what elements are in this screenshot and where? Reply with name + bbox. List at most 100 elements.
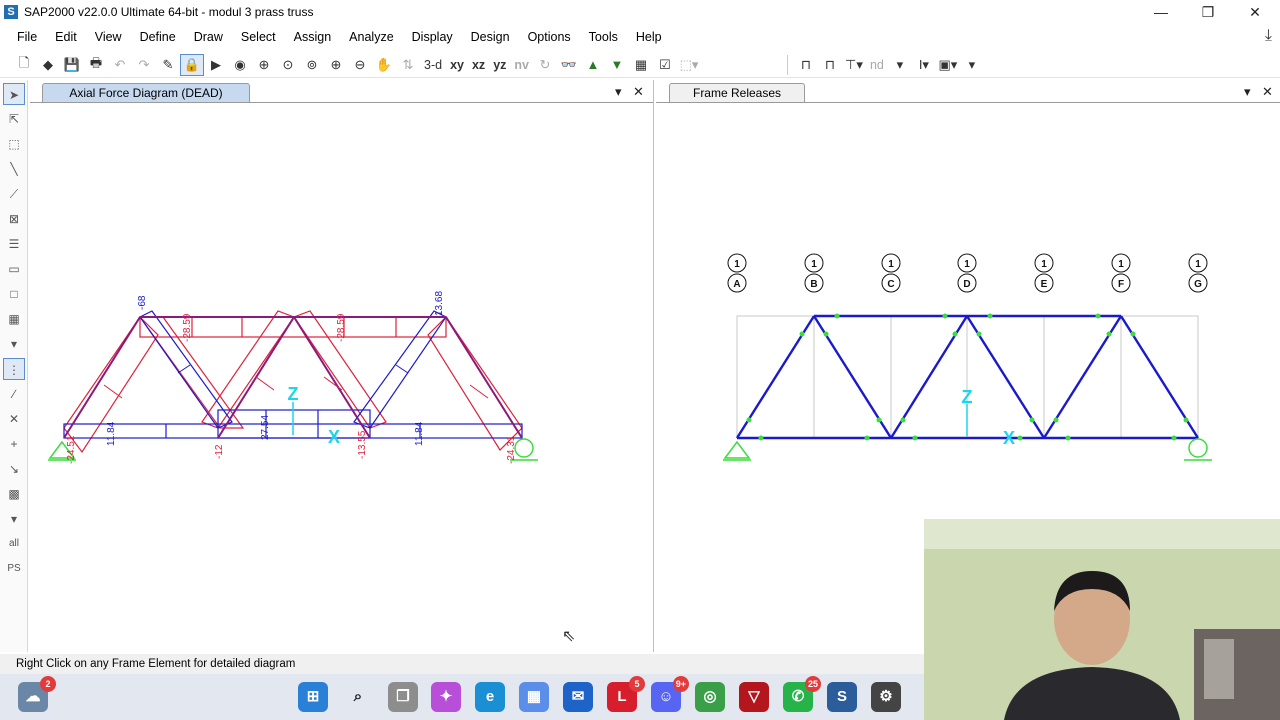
snap-line-icon[interactable]: ↘ [3, 458, 25, 480]
undo-icon[interactable]: ↶ [108, 54, 132, 76]
menu-design[interactable]: Design [462, 30, 519, 44]
view-nv-button[interactable]: nv [510, 58, 533, 72]
pointer-icon[interactable]: ➤ [3, 83, 25, 105]
area-dropdown-icon[interactable]: ▣▾ [936, 54, 960, 76]
menu-options[interactable]: Options [519, 30, 580, 44]
force-label: -13.55 [357, 430, 368, 459]
quick-draw-frame-icon[interactable]: ⟋ [3, 183, 25, 205]
sap2000-taskbar-icon[interactable]: S [827, 682, 857, 712]
restore-previous-zoom-icon[interactable]: ⊚ [300, 54, 324, 76]
select-all-button[interactable]: all [3, 533, 25, 555]
print-icon[interactable]: 🖶 [84, 54, 108, 76]
axial-force-view-pane[interactable]: Axial Force Diagram (DEAD) ▾ ✕ Z X -68 1… [30, 80, 654, 652]
chrome-icon[interactable]: ◎ [695, 682, 725, 712]
element-display-icon[interactable]: ▦ [629, 54, 653, 76]
zoom-in-icon[interactable]: ⊕ [324, 54, 348, 76]
grid-letter-bubble: C [887, 279, 894, 290]
draw-special-icon[interactable]: ⊤▾ [842, 54, 866, 76]
new-model-icon[interactable]: 🗋 [12, 54, 36, 76]
draw-support-icon[interactable]: ⊓ [818, 54, 842, 76]
task-view-icon[interactable]: ❐ [388, 682, 418, 712]
pan-icon[interactable]: ✋ [372, 54, 396, 76]
quick-draw-area-icon[interactable]: ▦ [3, 308, 25, 330]
microsoft-store-icon[interactable]: ▦ [519, 682, 549, 712]
menu-file[interactable]: File [8, 30, 46, 44]
expand-snap-icon[interactable]: ▾ [3, 508, 25, 530]
menu-assign[interactable]: Assign [285, 30, 341, 44]
more-dropdown-icon[interactable]: ▾ [888, 54, 912, 76]
view-xy-button[interactable]: xy [446, 58, 468, 72]
pointer-settings-icon[interactable]: ⇅ [396, 54, 420, 76]
draw-braces-icon[interactable]: ⊠ [3, 208, 25, 230]
menu-select[interactable]: Select [232, 30, 285, 44]
run-analysis-icon[interactable]: ▶ [204, 54, 228, 76]
minimize-button[interactable]: — [1138, 0, 1184, 24]
view-yz-button[interactable]: yz [489, 58, 510, 72]
select-icon[interactable]: ⋮ [3, 358, 25, 380]
outlook-icon[interactable]: ✉ [563, 682, 593, 712]
grid-snap-icon[interactable]: ▩ [3, 483, 25, 505]
close-button[interactable]: ✕ [1232, 0, 1278, 24]
discord-icon[interactable]: ☺ 9+ [651, 676, 689, 712]
save-icon[interactable]: 💾 [60, 54, 84, 76]
maximize-button[interactable]: ❐ [1185, 0, 1231, 24]
blue-diagonal-ticks [177, 364, 409, 374]
menu-tools[interactable]: Tools [580, 30, 627, 44]
menu-draw[interactable]: Draw [185, 30, 232, 44]
rubber-band-zoom-icon[interactable]: ⊕ [252, 54, 276, 76]
move-up-icon[interactable]: ▲ [581, 54, 605, 76]
set-display-options-icon[interactable]: ☑ [653, 54, 677, 76]
mcafee-icon[interactable]: ▽ [739, 682, 769, 712]
settings-icon[interactable]: ⚙ [871, 682, 901, 712]
draw-frame-icon[interactable]: ⊓ [794, 54, 818, 76]
menu-display[interactable]: Display [403, 30, 462, 44]
draw-rect-area-icon[interactable]: □ [3, 283, 25, 305]
taskbar-widgets-icon[interactable]: ☁ 2 [18, 676, 56, 712]
section-designer-icon[interactable]: Ι▾ [912, 54, 936, 76]
app-l-icon[interactable]: L5 [607, 676, 645, 712]
run-now-icon[interactable]: ◉ [228, 54, 252, 76]
expand-tools-icon[interactable]: ▾ [3, 333, 25, 355]
intersecting-line-icon[interactable]: ✕ [3, 408, 25, 430]
grid-letter-bubble: G [1194, 279, 1202, 290]
menu-analyze[interactable]: Analyze [340, 30, 402, 44]
zoom-out-icon[interactable]: ⊖ [348, 54, 372, 76]
redo-icon[interactable]: ↷ [132, 54, 156, 76]
edge-browser-icon[interactable]: e [475, 682, 505, 712]
options-dropdown-icon[interactable]: ▾ [960, 54, 984, 76]
whatsapp-icon[interactable]: ✆ 25 [783, 676, 821, 712]
view-3d-button[interactable]: 3-d [420, 58, 446, 72]
lock-model-icon[interactable]: 🔒 [180, 53, 204, 76]
start-button-icon[interactable]: ⊞ [298, 682, 328, 712]
window-title: SAP2000 v22.0.0 Ultimate 64-bit - modul … [24, 5, 314, 19]
assign-dropdown-icon[interactable]: ⬚▾ [677, 54, 701, 76]
restore-full-view-icon[interactable]: ⊙ [276, 54, 300, 76]
mouse-cursor-icon: ⇖ [562, 628, 576, 645]
draw-frame-line-icon[interactable]: ╲ [3, 158, 25, 180]
refresh-view-icon[interactable]: ✎ [156, 54, 180, 76]
menu-help[interactable]: Help [627, 30, 671, 44]
app-l-letter: L [617, 688, 627, 705]
reshaper-icon[interactable]: ⇱ [3, 108, 25, 130]
draw-area-icon[interactable]: ▭ [3, 258, 25, 280]
draw-joint-icon[interactable]: ⬚ [3, 133, 25, 155]
menu-edit[interactable]: Edit [46, 30, 86, 44]
view-nd-button[interactable]: nd [866, 58, 888, 72]
menu-view[interactable]: View [86, 30, 131, 44]
draw-secondary-beams-icon[interactable]: ☰ [3, 233, 25, 255]
left-tool-strip: ➤ ⇱ ⬚ ╲ ⟋ ⊠ ☰ ▭ □ ▦ ▾ ⋮ ∕ ✕ + ↘ ▩ ▾ all … [0, 80, 28, 652]
copilot-icon[interactable]: ✦ [431, 682, 461, 712]
perspective-toggle-icon[interactable]: 👓 [557, 54, 581, 76]
search-icon[interactable]: ⌕ [343, 682, 373, 712]
menu-define[interactable]: Define [131, 30, 185, 44]
select-link-icon[interactable]: ∕ [3, 383, 25, 405]
download-icon[interactable]: ⤓ [1265, 27, 1272, 45]
rotate-view-icon[interactable]: ↻ [533, 54, 557, 76]
axial-force-diagram[interactable]: Z X -68 13.68 -28.59 -28.59 11.84 27.54 … [30, 80, 654, 652]
open-file-icon[interactable]: ◆ [36, 54, 60, 76]
move-down-icon[interactable]: ▼ [605, 54, 629, 76]
view-xz-button[interactable]: xz [468, 58, 489, 72]
previous-select-button[interactable]: PS [3, 558, 25, 580]
snap-point-icon[interactable]: + [3, 433, 25, 455]
force-label: -12 [214, 444, 225, 459]
